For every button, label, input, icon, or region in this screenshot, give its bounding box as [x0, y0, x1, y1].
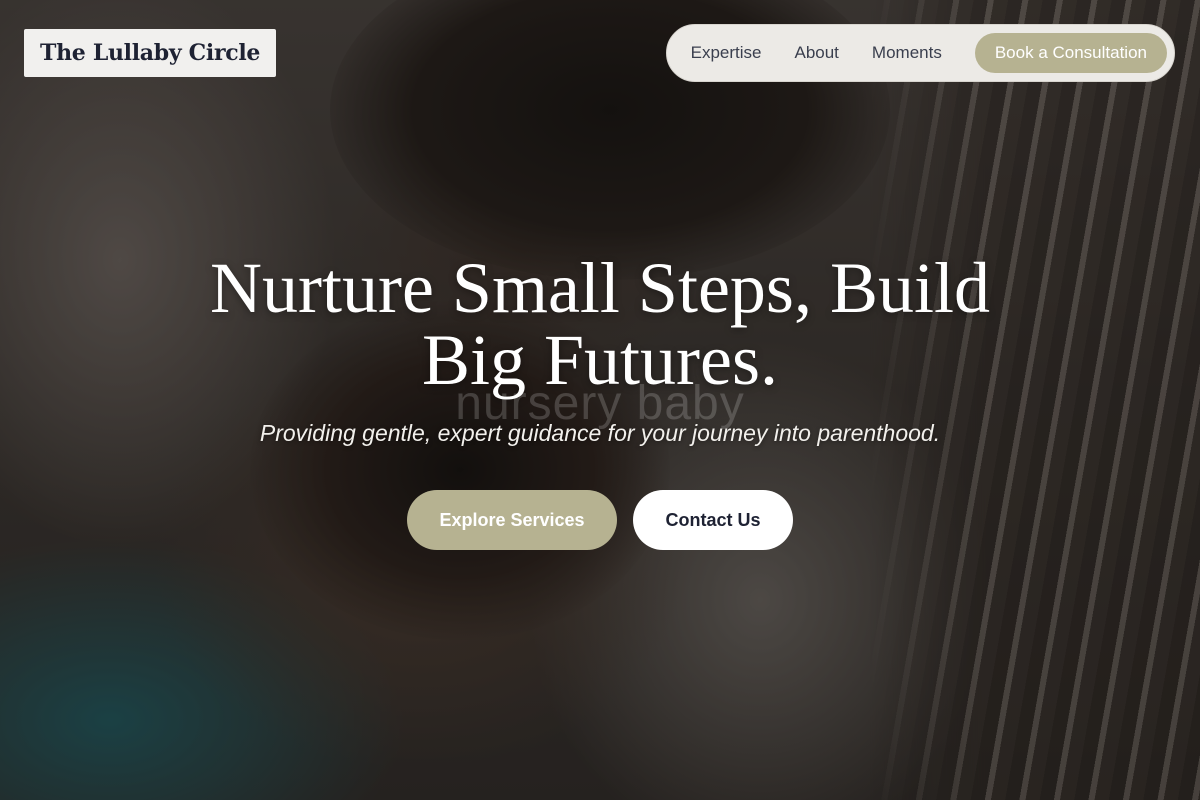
explore-services-button[interactable]: Explore Services: [407, 490, 617, 550]
site-logo[interactable]: The Lullaby Circle: [24, 29, 277, 77]
nav-link-about[interactable]: About: [794, 43, 838, 63]
main-nav: Expertise About Moments Book a Consultat…: [665, 24, 1175, 82]
hero-section: The Lullaby Circle Expertise About Momen…: [0, 0, 1200, 800]
hero-actions: Explore Services Contact Us: [0, 490, 1200, 550]
hero-subheadline: Providing gentle, expert guidance for yo…: [259, 420, 941, 446]
book-consultation-button[interactable]: Book a Consultation: [974, 33, 1167, 73]
hero-headline: Nurture Small Steps, Build Big Futures.: [0, 252, 1200, 396]
nav-link-moments[interactable]: Moments: [872, 43, 942, 63]
hero-headline-line-1: Nurture Small Steps, Build: [210, 248, 990, 328]
nav-link-expertise[interactable]: Expertise: [691, 43, 762, 63]
contact-us-button[interactable]: Contact Us: [633, 490, 793, 550]
